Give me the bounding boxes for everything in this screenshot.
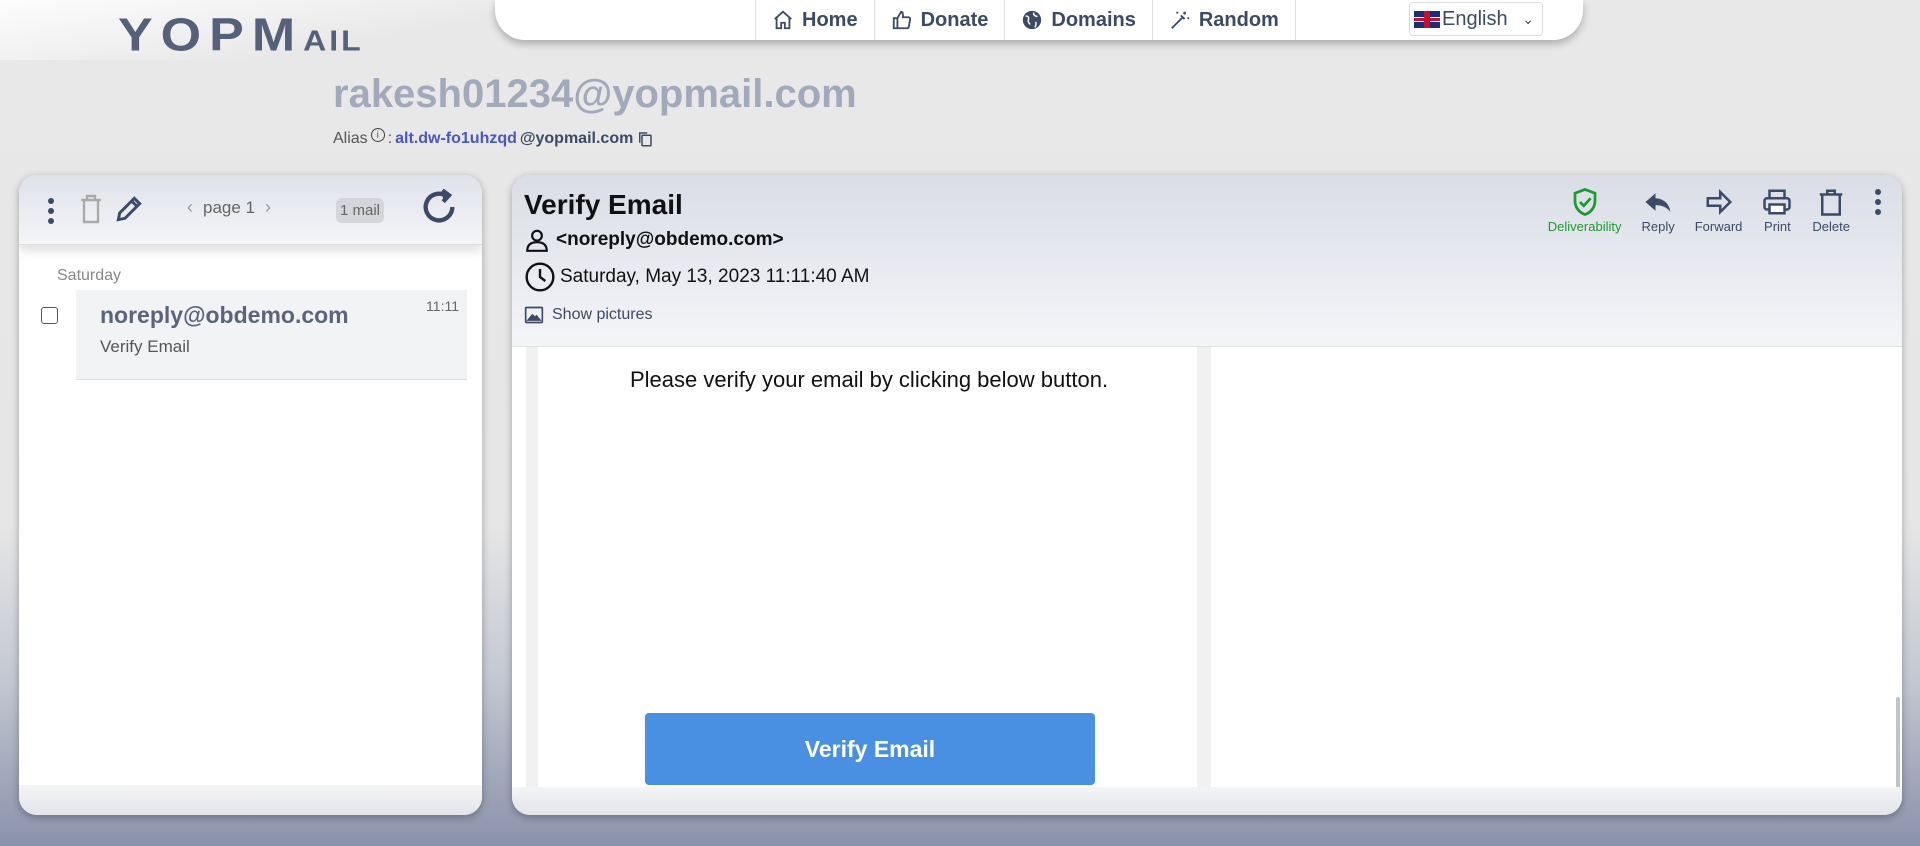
mail-count-badge: 1 mail bbox=[336, 198, 385, 223]
print-button[interactable]: Print bbox=[1762, 187, 1792, 234]
language-label: English bbox=[1442, 7, 1508, 30]
message-header: Verify Email <noreply@obdemo.com> Saturd… bbox=[512, 175, 1902, 347]
show-pictures-label: Show pictures bbox=[552, 306, 653, 323]
clock-icon bbox=[525, 262, 555, 292]
delete-button[interactable]: Delete bbox=[1812, 187, 1850, 234]
mail-list-panel: ‹ page 1 › 1 mail Saturday noreply@obdem… bbox=[19, 175, 482, 815]
chevron-right-icon[interactable]: › bbox=[265, 197, 271, 218]
reply-label: Reply bbox=[1641, 219, 1675, 234]
more-vertical-icon bbox=[1875, 189, 1881, 215]
deliverability-button[interactable]: Deliverability bbox=[1547, 187, 1622, 234]
message-date-line: Saturday, May 13, 2023 11:11:40 AM bbox=[524, 261, 869, 293]
body-text: Please verify your email by clicking bel… bbox=[629, 367, 1109, 392]
person-icon bbox=[526, 229, 548, 252]
nav-group: Home Donate Domains Random bbox=[755, 0, 1296, 40]
message-actions: Deliverability Reply Forward Print Delet… bbox=[1538, 187, 1902, 234]
mail-time: 11:11 bbox=[426, 298, 459, 314]
chevron-down-icon: ⌄ bbox=[1522, 10, 1534, 27]
forward-icon bbox=[1706, 188, 1732, 216]
message-subject: Verify Email bbox=[524, 189, 683, 220]
globe-icon bbox=[1023, 10, 1042, 30]
message-from: <noreply@obdemo.com> bbox=[556, 229, 784, 250]
mail-content: Please verify your email by clicking bel… bbox=[538, 347, 1200, 787]
mail-frame: Please verify your email by clicking bel… bbox=[526, 347, 1211, 787]
print-label: Print bbox=[1764, 219, 1791, 234]
copy-icon[interactable] bbox=[636, 130, 654, 148]
frame-border bbox=[1197, 347, 1207, 787]
nav-random[interactable]: Random bbox=[1151, 0, 1296, 40]
pencil-icon[interactable] bbox=[113, 193, 145, 225]
message-from-line: <noreply@obdemo.com> bbox=[524, 227, 784, 253]
logo-text-main: YOPM bbox=[118, 8, 304, 62]
mail-subject: Verify Email bbox=[100, 337, 190, 356]
nav-donate-label: Donate bbox=[920, 8, 989, 31]
shield-check-icon bbox=[1573, 188, 1596, 216]
reply-button[interactable]: Reply bbox=[1641, 187, 1675, 234]
show-pictures-link[interactable]: Show pictures bbox=[524, 305, 653, 325]
refresh-icon[interactable] bbox=[419, 187, 459, 227]
mail-from: noreply@obdemo.com bbox=[100, 302, 349, 328]
image-icon bbox=[524, 306, 544, 324]
forward-label: Forward bbox=[1694, 219, 1743, 234]
logo-text-small: AIL bbox=[303, 24, 364, 57]
alias-separator: : bbox=[387, 130, 393, 147]
alias-label: Alias bbox=[333, 130, 368, 147]
message-date: Saturday, May 13, 2023 11:11:40 AM bbox=[560, 266, 870, 287]
trash-icon[interactable] bbox=[79, 193, 103, 225]
list-item[interactable]: noreply@obdemo.com Verify Email 11:11 bbox=[76, 290, 467, 380]
more-options-button[interactable] bbox=[1874, 187, 1882, 234]
verify-email-button[interactable]: Verify Email bbox=[645, 713, 1095, 785]
delete-label: Delete bbox=[1812, 219, 1850, 234]
reply-icon bbox=[1645, 193, 1671, 212]
alias-domain: @yopmail.com bbox=[519, 130, 634, 147]
deliverability-label: Deliverability bbox=[1547, 219, 1622, 234]
more-vertical-icon[interactable] bbox=[47, 197, 55, 225]
nav-home[interactable]: Home bbox=[755, 0, 874, 40]
printer-icon bbox=[1763, 189, 1792, 215]
nav-domains[interactable]: Domains bbox=[1004, 0, 1151, 40]
mail-list-toolbar: ‹ page 1 › 1 mail bbox=[19, 175, 482, 245]
nav-domains-label: Domains bbox=[1051, 8, 1136, 31]
chevron-left-icon[interactable]: ‹ bbox=[187, 197, 193, 218]
thumbs-up-icon bbox=[892, 10, 911, 30]
nav-donate[interactable]: Donate bbox=[873, 0, 1005, 40]
message-panel: Verify Email <noreply@obdemo.com> Saturd… bbox=[512, 175, 1902, 815]
panel-footer bbox=[512, 787, 1902, 815]
page-label: page 1 bbox=[203, 197, 255, 217]
panel-footer bbox=[19, 785, 482, 815]
top-navigation: Home Donate Domains Random English ⌄ bbox=[495, 0, 1583, 40]
day-label: Saturday bbox=[57, 267, 122, 284]
forward-button[interactable]: Forward bbox=[1694, 187, 1743, 234]
home-icon bbox=[774, 10, 792, 30]
message-body: Please verify your email by clicking bel… bbox=[512, 347, 1902, 815]
inbox-address: rakesh01234@yopmail.com bbox=[333, 72, 857, 116]
pager: ‹ page 1 › bbox=[187, 197, 271, 218]
nav-random-label: Random bbox=[1198, 8, 1279, 31]
mail-checkbox[interactable] bbox=[41, 307, 58, 324]
magic-wand-icon bbox=[1170, 11, 1190, 29]
alias-line: Alias i : alt.dw-fo1uhzqd @yopmail.com bbox=[333, 128, 654, 148]
alias-link[interactable]: alt.dw-fo1uhzqd bbox=[395, 130, 517, 148]
info-icon[interactable]: i bbox=[370, 128, 385, 142]
trash-icon bbox=[1819, 189, 1843, 216]
language-select[interactable]: English ⌄ bbox=[1409, 2, 1543, 36]
nav-home-label: Home bbox=[802, 8, 858, 31]
uk-flag-icon bbox=[1414, 10, 1440, 28]
